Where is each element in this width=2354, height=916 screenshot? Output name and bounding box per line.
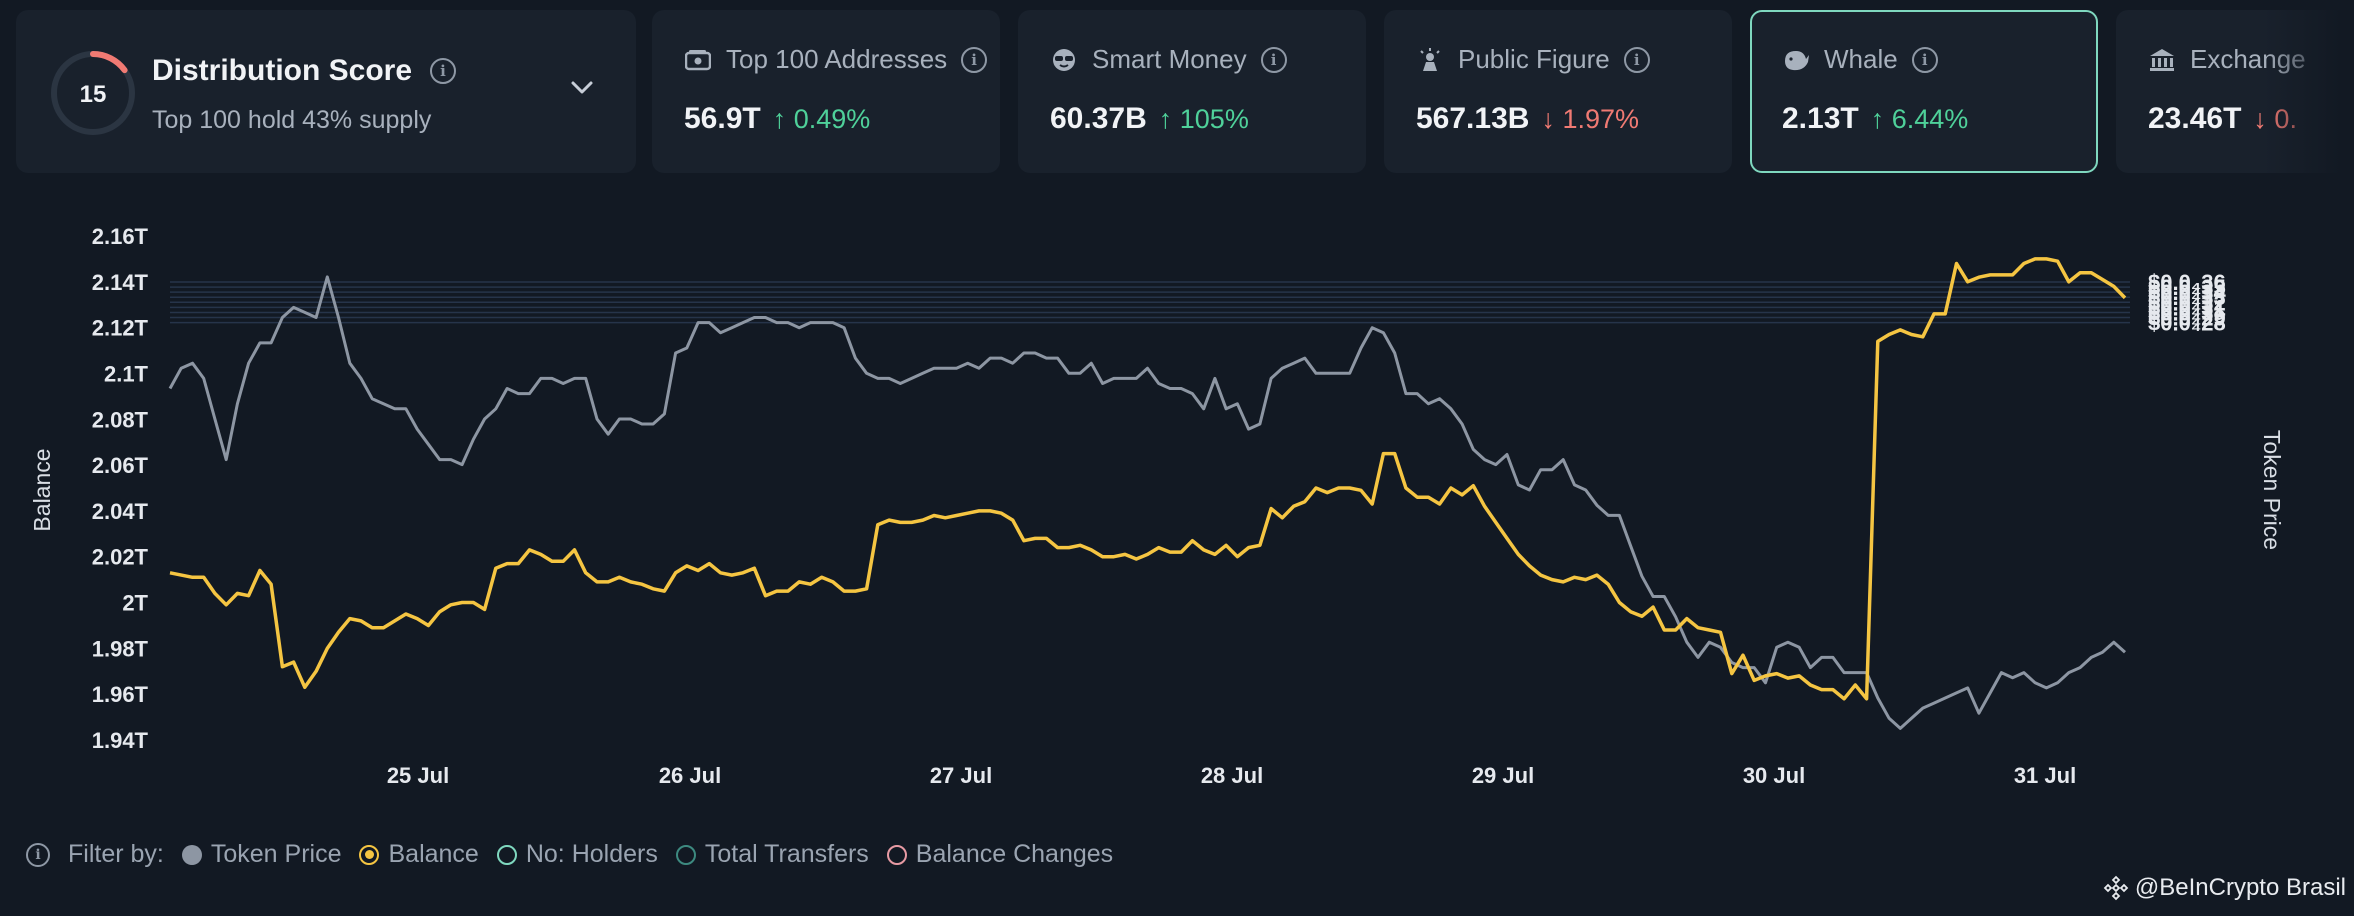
legend-item-holders[interactable]: No: Holders xyxy=(496,840,658,869)
metric-cards-row: 15 Distribution Score i Top 100 hold 43%… xyxy=(16,10,2354,173)
card-change: ↑ 6.44% xyxy=(1870,104,1969,134)
legend-swatch xyxy=(886,844,907,865)
x-tick-label: 29 Jul xyxy=(1472,763,1534,788)
info-icon[interactable]: i xyxy=(1911,46,1938,73)
card-title: Smart Money xyxy=(1092,44,1247,74)
chart-grid xyxy=(170,281,2130,324)
card-value: 567.13B xyxy=(1416,102,1530,135)
card-value: 56.9T xyxy=(684,102,761,135)
cards-scroll-fade xyxy=(2264,10,2354,173)
y-tick-label: 2.16T xyxy=(92,224,149,249)
legend-swatch xyxy=(359,844,380,865)
card-value: 23.46T xyxy=(2148,102,2242,135)
distribution-score-ring: 15 xyxy=(51,51,135,135)
balance-token-price-chart: 2.16T 2.14T 2.12T 2.1T 2.08T 2.06T 2.04T 2.02T 2… xyxy=(29,224,2285,788)
info-icon[interactable]: i xyxy=(1260,46,1287,73)
wallet-icon xyxy=(684,46,712,74)
y-axis-left-label: Balance xyxy=(29,448,55,531)
card-title: Whale xyxy=(1824,44,1898,74)
y2-tick-label: $0.0₄28 xyxy=(2148,311,2226,336)
legend-swatch xyxy=(496,844,517,865)
distribution-score-card[interactable]: 15 Distribution Score i Top 100 hold 43%… xyxy=(16,10,636,173)
bank-icon xyxy=(2148,46,2176,74)
series-line-token-price[interactable] xyxy=(168,275,2127,730)
info-icon[interactable]: i xyxy=(26,842,50,867)
info-icon[interactable]: i xyxy=(430,58,457,84)
x-tick-label: 26 Jul xyxy=(659,763,721,788)
x-tick-label: 31 Jul xyxy=(2014,763,2076,788)
card-title: Public Figure xyxy=(1458,44,1610,74)
x-axis-ticks: 25 Jul 26 Jul 27 Jul 28 Jul 29 Jul 30 Jul 31 J… xyxy=(387,763,2076,788)
spotlight-icon xyxy=(1416,46,1444,74)
y-axis-left-ticks: 2.16T 2.14T 2.12T 2.1T 2.08T 2.06T 2.04T 2.02T 2… xyxy=(92,224,149,753)
y-tick-label: 2.08T xyxy=(92,407,149,432)
top-100-addresses-card[interactable]: Top 100 Addresses i 56.9T ↑ 0.49% xyxy=(652,10,1000,173)
distribution-score-title: Distribution Score xyxy=(152,54,413,87)
whale-card[interactable]: Whale i 2.13T ↑ 6.44% xyxy=(1750,10,2098,173)
y-tick-label: 1.98T xyxy=(92,636,149,661)
card-change: ↑ 105% xyxy=(1158,104,1249,134)
legend-item-balance[interactable]: Balance xyxy=(359,840,479,869)
legend-swatch xyxy=(675,844,696,865)
distribution-score-value: 15 xyxy=(80,81,107,108)
series-line-balance[interactable] xyxy=(169,257,2127,701)
legend-label: Filter by: xyxy=(68,840,164,868)
y-tick-label: 2.12T xyxy=(92,316,149,341)
x-tick-label: 27 Jul xyxy=(930,763,992,788)
y-tick-label: 2.04T xyxy=(92,499,149,524)
card-change: ↑ 0.49% xyxy=(772,104,871,134)
chart-legend: i Filter by: Token Price Balance No: Hol… xyxy=(26,840,1113,869)
x-tick-label: 25 Jul xyxy=(387,763,449,788)
y-tick-label: 2.06T xyxy=(92,453,149,478)
y-tick-label: 2T xyxy=(122,591,148,616)
card-value: 2.13T xyxy=(1782,102,1859,135)
info-icon[interactable]: i xyxy=(1623,46,1650,73)
y-tick-label: 1.96T xyxy=(92,682,149,707)
card-value: 60.37B xyxy=(1050,102,1147,135)
distribution-score-subtitle: Top 100 hold 43% supply xyxy=(152,106,432,134)
legend-item-total-transfers[interactable]: Total Transfers xyxy=(675,840,869,869)
sunglasses-icon xyxy=(1050,46,1078,74)
x-tick-label: 30 Jul xyxy=(1743,763,1805,788)
y-tick-label: 2.02T xyxy=(92,545,149,570)
y-axis-right-label: Token Price xyxy=(2259,430,2285,550)
y-tick-label: 2.14T xyxy=(92,270,149,295)
whale-icon xyxy=(1782,46,1810,74)
public-figure-card[interactable]: Public Figure i 567.13B ↓ 1.97% xyxy=(1384,10,1732,173)
binance-logo-icon xyxy=(2103,875,2129,901)
chevron-down-icon[interactable] xyxy=(570,80,594,96)
card-change: ↓ 1.97% xyxy=(1541,104,1640,134)
info-icon[interactable]: i xyxy=(961,46,988,73)
smart-money-card[interactable]: Smart Money i 60.37B ↑ 105% xyxy=(1018,10,1366,173)
x-tick-label: 28 Jul xyxy=(1201,763,1263,788)
watermark: @BeInCrypto Brasil xyxy=(2103,874,2346,902)
legend-item-balance-changes[interactable]: Balance Changes xyxy=(886,840,1113,869)
y-tick-label: 2.1T xyxy=(104,361,149,386)
y-axis-right-ticks: $0.0₄36$0.0₄35$0.0₄34$0.0₄33$0.0₄32$0.0₄… xyxy=(2148,270,2227,336)
card-title: Top 100 Addresses xyxy=(726,44,948,74)
y-tick-label: 1.94T xyxy=(92,728,149,753)
legend-item-token-price[interactable]: Token Price xyxy=(181,840,341,869)
legend-swatch xyxy=(181,844,202,865)
